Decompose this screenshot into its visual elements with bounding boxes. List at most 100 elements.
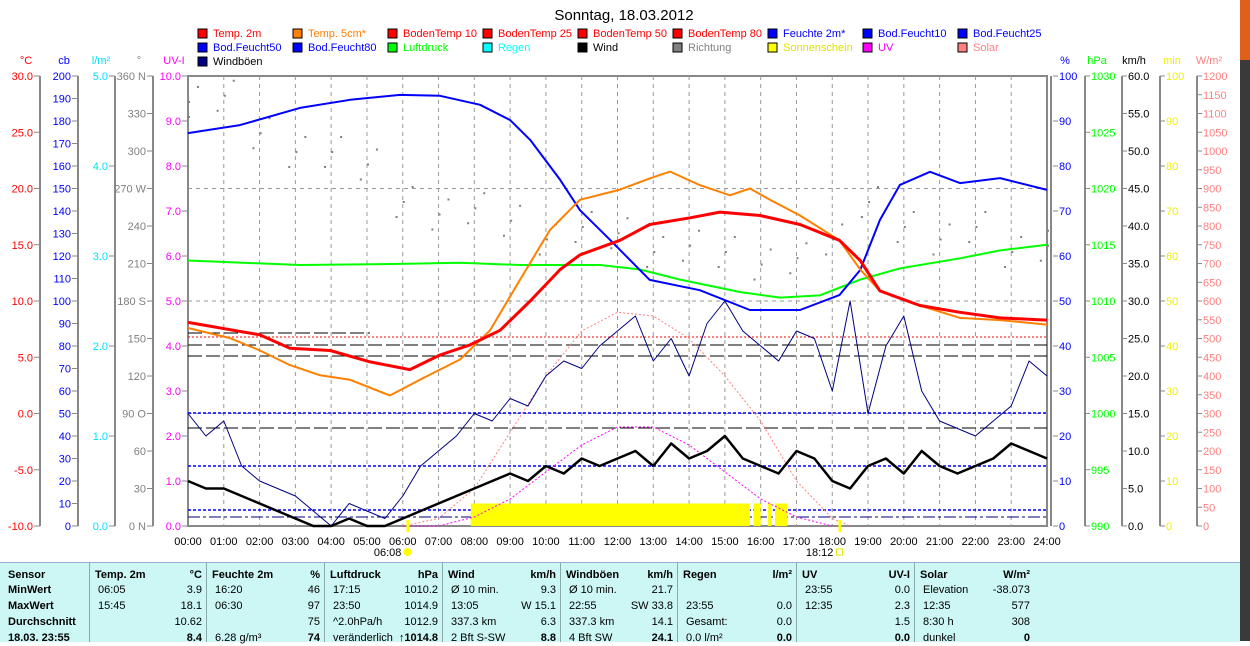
direction-point bbox=[948, 223, 951, 226]
direction-point bbox=[646, 266, 649, 268]
group-unit: hPa bbox=[417, 569, 438, 581]
cell-label: 15:45 bbox=[98, 600, 126, 612]
axis-tick-label: 160 bbox=[53, 161, 71, 173]
axis-tick-label: 1030 bbox=[1091, 71, 1115, 83]
legend-swatch bbox=[482, 28, 493, 39]
legend-swatch bbox=[292, 42, 303, 53]
axis-tick-label: 130 bbox=[53, 229, 71, 241]
legend-swatch bbox=[577, 28, 588, 39]
axis-tick-label: 0.0 bbox=[1128, 521, 1143, 533]
x-tick-label: 21:00 bbox=[926, 536, 954, 548]
x-tick-label: 14:00 bbox=[675, 536, 703, 548]
axis-tick-label: 450 bbox=[1203, 352, 1221, 364]
axis-tick-label: 995 bbox=[1091, 465, 1109, 477]
axis-tick-label: 50 bbox=[1166, 296, 1178, 308]
legend-item: Luftdruck bbox=[387, 42, 449, 54]
axis-tick-label: -5.0 bbox=[14, 465, 33, 477]
cell-label: 0.0 l/m² bbox=[686, 632, 723, 644]
cell-value: 0.0 bbox=[894, 584, 910, 596]
axis-tick-label: 5.0 bbox=[166, 296, 181, 308]
legend-swatch bbox=[862, 42, 873, 53]
cell-value: W 15.1 bbox=[521, 600, 556, 612]
direction-point bbox=[1020, 236, 1023, 238]
cell-value: 2.3 bbox=[894, 600, 910, 612]
group-wind: Wind km/h Ø 10 min. 9.3 13:05 W 15.1 337.3 km 6… bbox=[442, 563, 561, 644]
cell-value: 8.8 bbox=[540, 632, 556, 644]
sunshine-bar bbox=[470, 503, 750, 526]
axis-tick-label: 30 bbox=[1166, 386, 1178, 398]
axis-unit: cb bbox=[58, 55, 70, 67]
legend-item: Bod.Feucht80 bbox=[292, 42, 377, 54]
cell-value: 6.3 bbox=[540, 616, 556, 628]
cell-label: 12:35 bbox=[923, 600, 951, 612]
x-tick-label: 24:00 bbox=[1033, 536, 1061, 548]
cell-label: ^2.0hPa/h bbox=[333, 616, 383, 628]
axis-unit: % bbox=[1060, 55, 1070, 67]
direction-point bbox=[689, 244, 692, 247]
direction-point bbox=[510, 219, 513, 222]
cell-value: 0.0 bbox=[776, 600, 792, 612]
legend-item: Temp. 5cm* bbox=[292, 28, 367, 40]
desktop-widget bbox=[1240, 0, 1250, 60]
direction-point bbox=[581, 226, 584, 228]
axis-tick-label: 990 bbox=[1091, 521, 1109, 533]
axis-tick-label: 35.0 bbox=[1128, 259, 1149, 271]
direction-point bbox=[1011, 251, 1014, 253]
x-tick-label: 03:00 bbox=[282, 536, 310, 548]
axis-tick-label: 20 bbox=[1059, 431, 1071, 443]
legend-label: Wind bbox=[593, 42, 618, 54]
axis-tick-label: 20.0 bbox=[1128, 371, 1149, 383]
legend-item: Sonnenschein bbox=[767, 42, 853, 54]
axis-tick-label: 60.0 bbox=[1128, 71, 1149, 83]
cell-value: 577 bbox=[1011, 600, 1030, 612]
x-tick-label: 19:00 bbox=[854, 536, 882, 548]
legend-label: Windböen bbox=[213, 56, 263, 68]
cell-value: 10.62 bbox=[174, 616, 202, 628]
axis-tick-label: 20.0 bbox=[12, 184, 33, 196]
axis-tick-label: 360 N bbox=[117, 71, 146, 83]
axis-unit: ° bbox=[137, 55, 141, 67]
axis-tick-label: 200 bbox=[1203, 446, 1221, 458]
cell-value: 75 bbox=[307, 616, 320, 628]
axis-tick-label: 90 bbox=[1059, 116, 1071, 128]
cell-value: 97 bbox=[307, 600, 320, 612]
legend-item: UV bbox=[862, 42, 894, 54]
direction-point bbox=[252, 147, 255, 150]
cell-label: 12:35 bbox=[805, 600, 833, 612]
axis-tick-label: 60 bbox=[1166, 251, 1178, 263]
desktop-edge bbox=[1240, 0, 1250, 641]
axis-tick-label: 120 bbox=[53, 251, 71, 263]
cell-label: 13:05 bbox=[451, 600, 479, 612]
axis-tick-label: 100 bbox=[53, 296, 71, 308]
x-tick-label: 16:00 bbox=[747, 536, 775, 548]
cell-value: 14.1 bbox=[651, 616, 673, 628]
axis-tick-label: 750 bbox=[1203, 240, 1221, 252]
axis-tick-label: 180 S bbox=[117, 296, 146, 308]
direction-point bbox=[975, 226, 978, 228]
x-tick-label: 22:00 bbox=[962, 536, 990, 548]
legend-swatch bbox=[672, 42, 683, 53]
x-tick-label: 20:00 bbox=[890, 536, 918, 548]
axis-tick-label: 850 bbox=[1203, 202, 1221, 214]
legend-swatch bbox=[197, 56, 208, 67]
axis-tick-label: 4.0 bbox=[166, 341, 181, 353]
legend-item: BodenTemp 80 bbox=[672, 28, 762, 40]
axis-tick-label: 40 bbox=[1059, 341, 1071, 353]
direction-point bbox=[626, 217, 629, 220]
legend-item: BodenTemp 50 bbox=[577, 28, 667, 40]
axis-tick-label: 5.0 bbox=[18, 352, 33, 364]
axis-tick-label: 25.0 bbox=[12, 127, 33, 139]
axis-tick-label: 180 bbox=[53, 116, 71, 128]
cell-label: 17:15 bbox=[333, 584, 361, 596]
axis-tick-label: 550 bbox=[1203, 315, 1221, 327]
summary-table: Sensor MinWert MaxWert Durchschnitt 18.03. 2… bbox=[0, 562, 1240, 644]
axis-tick-label: 0 N bbox=[129, 521, 146, 533]
cell-value: 1010.2 bbox=[404, 584, 438, 596]
legend-label: Regen bbox=[498, 42, 530, 54]
legend-swatch bbox=[957, 42, 968, 53]
group-temp-2m: Temp. 2m °C 06:05 3.9 15:45 18.1 10.62 8.4 bbox=[89, 563, 207, 644]
axis-tick-label: 50 bbox=[59, 409, 71, 421]
direction-point bbox=[984, 211, 987, 213]
legend-swatch bbox=[672, 28, 683, 39]
direction-point bbox=[304, 136, 307, 138]
